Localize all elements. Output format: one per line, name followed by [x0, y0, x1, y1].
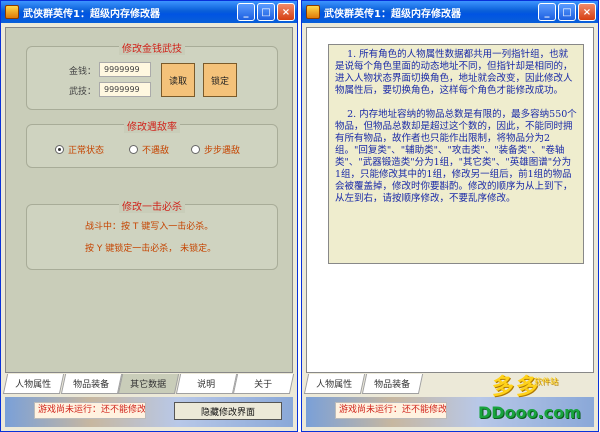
onehit-group: 修改一击必杀 战斗中：按 T 键写入一击必杀。 按 Y 键锁定一击必杀， 未锁定…	[26, 202, 278, 270]
radio-label: 正常状态	[68, 146, 105, 156]
radio-label: 不遇敌	[142, 146, 170, 156]
close-button[interactable]: ×	[578, 3, 596, 21]
minimize-button[interactable]: _	[538, 3, 556, 21]
gold-field[interactable]: 9999999	[99, 62, 151, 77]
tab-bar: 人物属性 物品装备 其它数据 说明 关于	[2, 373, 295, 395]
onehit-hint-2: 按 Y 键锁定一击必杀， 未锁定。	[85, 244, 217, 254]
radio-every-step[interactable]: 步步遇敌	[191, 143, 240, 156]
tab-help[interactable]: 说明	[175, 374, 237, 394]
money-group: 修改金钱武技 金钱： 9999999 武技： 9999999 读取 锁定	[26, 44, 278, 110]
bottom-banner: 游戏尚未运行：还不能修改。 隐藏修改界面	[5, 397, 293, 427]
money-group-title: 修改金钱武技	[119, 44, 185, 55]
radio-normal[interactable]: 正常状态	[55, 143, 104, 156]
read-button[interactable]: 读取	[161, 63, 195, 97]
status-text: 游戏尚未运行：还不能修改	[335, 402, 447, 419]
watermark-logo: 多多	[492, 374, 541, 400]
title-bar[interactable]: 武侠群英传1：超级内存修改器 _ □ ×	[1, 1, 297, 23]
tab-about[interactable]: 关于	[233, 374, 295, 394]
onehit-hint-1: 战斗中：按 T 键写入一击必杀。	[85, 222, 214, 232]
gold-label: 金钱：	[69, 67, 97, 77]
tab-character[interactable]: 人物属性	[303, 374, 366, 394]
watermark-url: DDooo.com	[478, 403, 581, 422]
onehit-group-title: 修改一击必杀	[119, 202, 185, 213]
tab-other-data[interactable]: 其它数据	[118, 374, 179, 394]
window-title: 武侠群英传1：超级内存修改器	[324, 8, 461, 20]
window-title: 武侠群英传1：超级内存修改器	[23, 8, 160, 20]
main-window: 武侠群英传1：超级内存修改器 _ □ × 修改金钱武技 金钱： 9999999 …	[0, 0, 298, 432]
app-icon	[306, 5, 320, 19]
radio-label: 步步遇敌	[204, 146, 241, 156]
radio-dot-icon	[129, 145, 138, 154]
skill-field[interactable]: 9999999	[99, 82, 151, 97]
other-data-panel: 修改金钱武技 金钱： 9999999 武技： 9999999 读取 锁定 修改遇…	[5, 27, 293, 373]
encounter-group-title: 修改遇敌率	[124, 122, 180, 133]
close-button[interactable]: ×	[277, 3, 295, 21]
title-bar[interactable]: 武侠群英传1：超级内存修改器 _ □ ×	[302, 1, 598, 23]
skill-label: 武技：	[69, 87, 97, 97]
lock-button[interactable]: 锁定	[203, 63, 237, 97]
tab-items[interactable]: 物品装备	[60, 374, 122, 394]
app-icon	[5, 5, 19, 19]
maximize-button[interactable]: □	[558, 3, 576, 21]
maximize-button[interactable]: □	[257, 3, 275, 21]
status-text: 游戏尚未运行：还不能修改。	[34, 402, 146, 419]
minimize-button[interactable]: _	[237, 3, 255, 21]
encounter-group: 修改遇敌率 正常状态 不遇敌 步步遇敌	[26, 122, 278, 168]
watermark-sub: 软件站	[534, 377, 558, 386]
hide-ui-button[interactable]: 隐藏修改界面	[174, 402, 282, 420]
radio-dot-icon	[191, 145, 200, 154]
help-window: 武侠群英传1：超级内存修改器 _ □ × 1. 所有角色的人物属性数据都共用一列…	[301, 0, 599, 432]
radio-no-encounter[interactable]: 不遇敌	[129, 143, 169, 156]
radio-dot-icon	[55, 145, 64, 154]
tab-character[interactable]: 人物属性	[2, 374, 64, 394]
tab-items[interactable]: 物品装备	[361, 374, 424, 394]
help-text[interactable]: 1. 所有角色的人物属性数据都共用一列指针组，也就是说每个角色里面的动态地址不同…	[328, 44, 584, 264]
help-panel: 1. 所有角色的人物属性数据都共用一列指针组，也就是说每个角色里面的动态地址不同…	[306, 27, 594, 373]
